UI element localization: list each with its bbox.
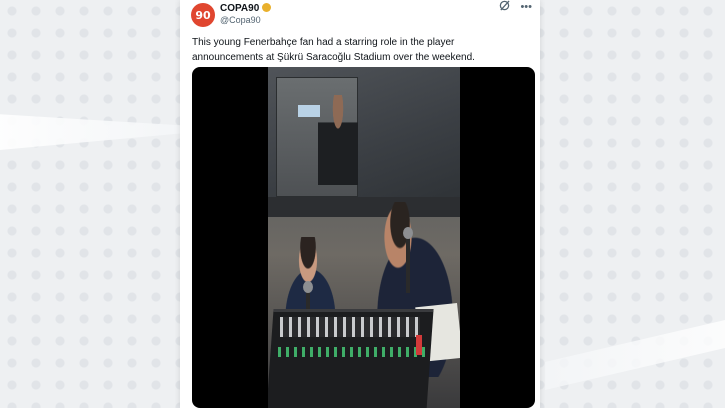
author-name-row[interactable]: COPA90 xyxy=(220,3,272,14)
tweet-text: This young Fenerbahçe fan had a starring… xyxy=(192,37,475,63)
tweet-video[interactable] xyxy=(192,67,535,408)
more-icon[interactable]: ••• xyxy=(520,1,532,13)
author-handle[interactable]: @Copa90 xyxy=(220,15,261,25)
video-scene-leds xyxy=(278,347,428,357)
tweet-actions: ••• xyxy=(499,0,532,14)
microphone-icon xyxy=(403,227,413,293)
video-scene-background-person xyxy=(318,95,358,185)
grok-icon[interactable] xyxy=(499,0,510,14)
video-scene-faders xyxy=(280,317,420,337)
video-frame[interactable] xyxy=(268,67,460,408)
verified-badge-icon xyxy=(262,3,272,12)
author-avatar[interactable]: 90 xyxy=(191,3,215,27)
video-scene-screen xyxy=(298,105,320,117)
video-scene-red-button xyxy=(416,335,422,355)
author-name[interactable]: COPA90 xyxy=(220,3,259,14)
tweet-card[interactable]: 90 COPA90 @Copa90 ••• This young Fenerba… xyxy=(180,0,540,408)
avatar-text: 90 xyxy=(195,8,211,22)
